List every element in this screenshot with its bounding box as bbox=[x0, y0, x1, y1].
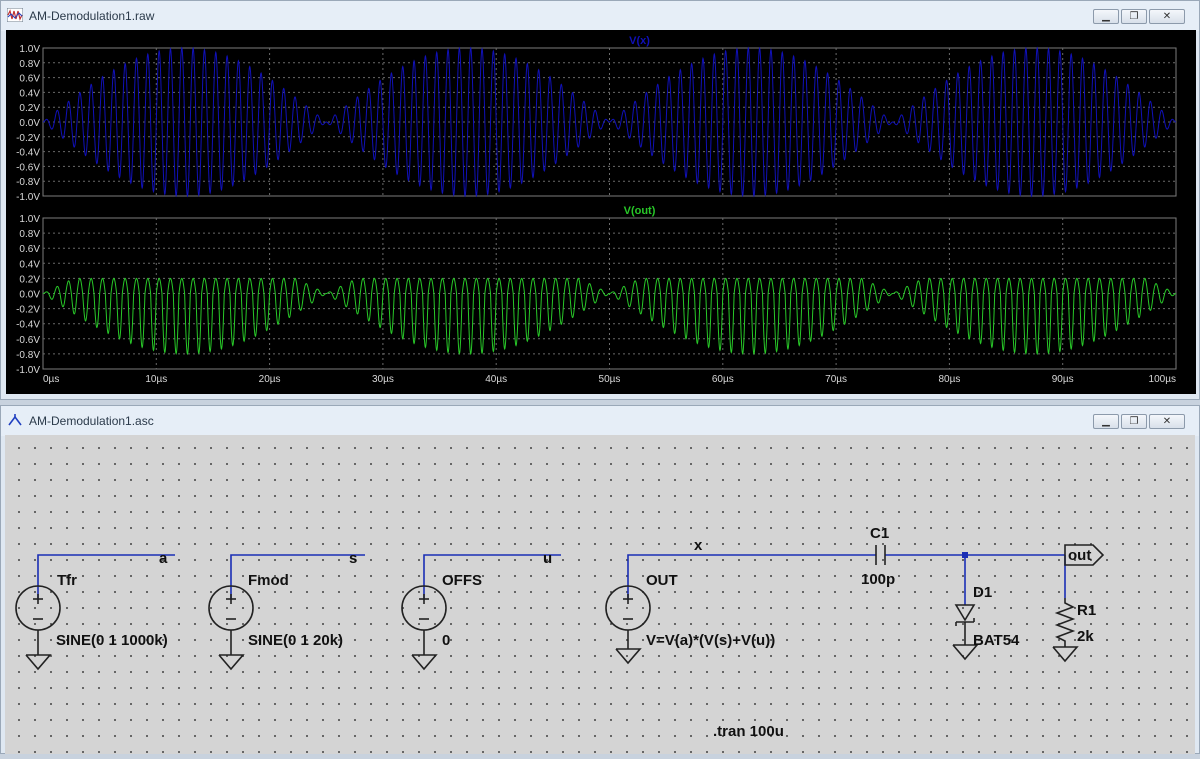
close-button[interactable]: ✕ bbox=[1149, 414, 1185, 429]
trace-title: V(out) bbox=[624, 205, 656, 217]
y-tick-label: -0.6V bbox=[16, 335, 40, 346]
waveform-plot-area[interactable]: 1.0V 0.8V 0.6V 0.4V 0.2V 0.0V -0.2V -0.4V -0.6V -… bbox=[6, 30, 1196, 394]
x-tick-label: 40µs bbox=[485, 374, 507, 385]
x-tick-label: 50µs bbox=[599, 374, 621, 385]
schematic-window-title: AM-Demodulation1.asc bbox=[29, 414, 154, 428]
y-tick-label: 0.6V bbox=[19, 244, 40, 255]
source-name-fmod: Fmod bbox=[248, 572, 289, 589]
spice-directive[interactable]: .tran 100u bbox=[713, 723, 784, 740]
trace-title: V(x) bbox=[629, 35, 650, 47]
net-label-x: x bbox=[694, 537, 703, 554]
x-tick-label: 30µs bbox=[372, 374, 394, 385]
close-icon: ✕ bbox=[1162, 10, 1172, 22]
plot-window-titlebar[interactable]: AM-Demodulation1.raw ▁ ❐ ✕ bbox=[1, 1, 1199, 31]
close-icon: ✕ bbox=[1162, 415, 1172, 427]
restore-icon: ❐ bbox=[1129, 415, 1139, 427]
y-tick-label: 0.4V bbox=[19, 259, 40, 270]
source-name-offs: OFFS bbox=[442, 572, 482, 589]
close-button[interactable]: ✕ bbox=[1149, 9, 1185, 24]
y-tick-label: -0.8V bbox=[16, 177, 40, 188]
out-port-label: out bbox=[1068, 547, 1091, 564]
resistor-value: 2k bbox=[1077, 628, 1094, 645]
waveform-plots-svg[interactable]: 1.0V 0.8V 0.6V 0.4V 0.2V 0.0V -0.2V -0.4V -0.6V -… bbox=[6, 30, 1196, 394]
y-tick-label: -0.4V bbox=[16, 320, 40, 331]
y-tick-label: 1.0V bbox=[19, 214, 40, 225]
y-tick-label: 1.0V bbox=[19, 44, 40, 55]
wire-junction bbox=[962, 552, 968, 558]
x-tick-label: 60µs bbox=[712, 374, 734, 385]
minimize-icon: ▁ bbox=[1102, 415, 1110, 427]
x-tick-label: 100µs bbox=[1149, 374, 1176, 385]
x-tick-label: 90µs bbox=[1052, 374, 1074, 385]
source-offs[interactable] bbox=[401, 585, 447, 671]
y-tick-label: -0.2V bbox=[16, 305, 40, 316]
y-tick-label: 0.8V bbox=[19, 59, 40, 70]
schematic-canvas[interactable]: Tfr SINE(0 1 1000k) a Fmod SINE(0 1 20k)… bbox=[5, 435, 1195, 754]
net-label-u: u bbox=[543, 550, 552, 567]
maximize-button[interactable]: ❐ bbox=[1121, 414, 1147, 429]
y-tick-label: -1.0V bbox=[16, 192, 40, 203]
y-tick-label: 0.4V bbox=[19, 88, 40, 99]
net-label-a: a bbox=[159, 550, 168, 567]
minimize-button[interactable]: ▁ bbox=[1093, 414, 1119, 429]
x-tick-label: 70µs bbox=[825, 374, 847, 385]
y-tick-label: -0.2V bbox=[16, 133, 40, 144]
source-fmod[interactable] bbox=[208, 585, 254, 671]
y-tick-label: 0.0V bbox=[19, 290, 40, 301]
schematic-app-icon bbox=[8, 414, 22, 426]
x-tick-label: 80µs bbox=[938, 374, 960, 385]
source-value-out: V=V(a)*(V(s)+V(u)) bbox=[646, 632, 775, 649]
y-tick-label: -0.8V bbox=[16, 350, 40, 361]
y-tick-label: -0.6V bbox=[16, 162, 40, 173]
capacitor-c1[interactable] bbox=[875, 545, 886, 565]
x-tick-label: 20µs bbox=[259, 374, 281, 385]
minimize-icon: ▁ bbox=[1102, 10, 1110, 22]
capacitor-name: C1 bbox=[870, 525, 889, 542]
plot-window-title: AM-Demodulation1.raw bbox=[29, 9, 155, 23]
net-label-s: s bbox=[349, 550, 357, 567]
resistor-r1[interactable] bbox=[1052, 598, 1079, 663]
schematic-svg[interactable]: Tfr SINE(0 1 1000k) a Fmod SINE(0 1 20k)… bbox=[5, 435, 1195, 754]
y-tick-label: 0.2V bbox=[19, 274, 40, 285]
waveform-app-icon bbox=[7, 8, 23, 22]
y-tick-label: -0.4V bbox=[16, 148, 40, 159]
source-tfr[interactable] bbox=[15, 585, 61, 671]
source-value-fmod: SINE(0 1 20k) bbox=[248, 632, 343, 649]
maximize-button[interactable]: ❐ bbox=[1121, 9, 1147, 24]
source-name-tfr: Tfr bbox=[57, 572, 77, 589]
schematic-window-titlebar[interactable]: AM-Demodulation1.asc ▁ ❐ ✕ bbox=[1, 406, 1199, 436]
x-tick-label: 0µs bbox=[43, 374, 59, 385]
plot-window: AM-Demodulation1.raw ▁ ❐ ✕ 1.0V 0.8V 0.6V 0… bbox=[0, 0, 1200, 400]
minimize-button[interactable]: ▁ bbox=[1093, 9, 1119, 24]
source-value-tfr: SINE(0 1 1000k) bbox=[56, 632, 168, 649]
source-value-offs: 0 bbox=[442, 632, 450, 649]
x-tick-label: 10µs bbox=[145, 374, 167, 385]
restore-icon: ❐ bbox=[1129, 10, 1139, 22]
capacitor-value: 100p bbox=[861, 571, 895, 588]
y-tick-label: 0.0V bbox=[19, 118, 40, 129]
y-tick-label: 0.6V bbox=[19, 74, 40, 85]
y-tick-label: 0.2V bbox=[19, 103, 40, 114]
y-tick-label: -1.0V bbox=[16, 365, 40, 376]
source-name-out: OUT bbox=[646, 572, 678, 589]
diode-name: D1 bbox=[973, 584, 992, 601]
resistor-name: R1 bbox=[1077, 602, 1096, 619]
diode-value: BAT54 bbox=[973, 632, 1020, 649]
y-tick-label: 0.8V bbox=[19, 229, 40, 240]
source-out[interactable] bbox=[605, 585, 651, 665]
